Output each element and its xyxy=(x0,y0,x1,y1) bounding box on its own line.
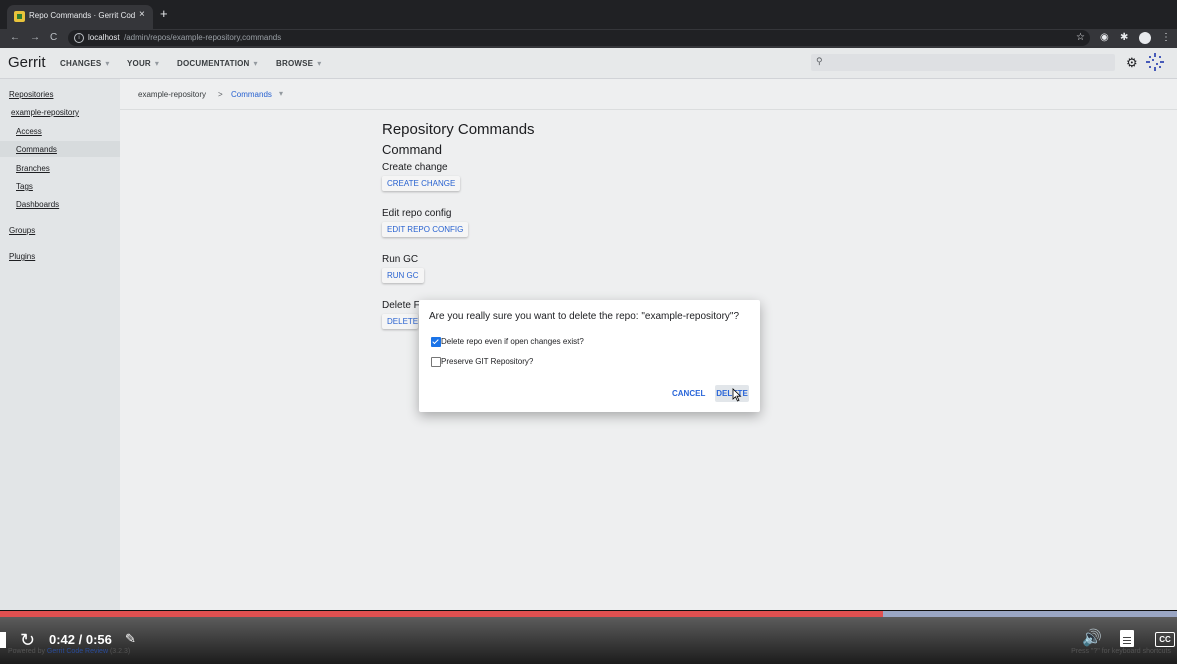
closed-captions-icon[interactable]: CC xyxy=(1155,632,1175,647)
replay-icon[interactable]: ↻ xyxy=(20,631,35,649)
url-path: /admin/repos/example-repository,commands xyxy=(124,33,282,42)
delete-confirm-dialog: Are you really sure you want to delete t… xyxy=(419,300,760,412)
keyboard-hint: Press "?" for keyboard shortcuts xyxy=(1071,648,1171,655)
extension-record-icon[interactable]: ◉ xyxy=(1100,32,1109,44)
back-arrow-icon[interactable]: ← xyxy=(10,32,20,44)
video-time: 0:42 / 0:56 xyxy=(49,632,112,647)
url-field[interactable]: i localhost /admin/repos/example-reposit… xyxy=(68,30,1090,46)
play-pause-icon[interactable] xyxy=(0,632,6,648)
transcript-icon[interactable] xyxy=(1120,630,1134,647)
new-tab-icon[interactable]: + xyxy=(160,7,168,21)
mouse-cursor-icon xyxy=(732,388,742,402)
bookmark-star-icon[interactable]: ☆ xyxy=(1076,32,1085,44)
browser-address-bar: ← → C i localhost /admin/repos/example-r… xyxy=(0,29,1177,48)
delete-open-changes-checkbox[interactable] xyxy=(431,337,441,347)
browser-tab-bar: Repo Commands · Gerrit Code × + xyxy=(0,0,1177,29)
preserve-git-checkbox[interactable] xyxy=(431,357,441,367)
gerrit-favicon-icon xyxy=(14,11,25,22)
dialog-message: Are you really sure you want to delete t… xyxy=(429,311,740,322)
profile-avatar-icon[interactable] xyxy=(1139,32,1151,44)
forward-arrow-icon[interactable]: → xyxy=(30,32,40,44)
browser-menu-icon[interactable]: ⋮ xyxy=(1161,32,1171,44)
delete-open-changes-label[interactable]: Delete repo even if open changes exist? xyxy=(441,337,584,346)
cancel-button[interactable]: CANCEL xyxy=(672,389,705,398)
browser-tab[interactable]: Repo Commands · Gerrit Code × xyxy=(7,5,153,29)
url-host: localhost xyxy=(88,33,120,42)
notes-icon[interactable]: ✎ xyxy=(125,632,136,646)
tab-close-icon[interactable]: × xyxy=(139,9,145,20)
extensions-puzzle-icon[interactable]: ✱ xyxy=(1120,32,1128,44)
site-info-icon[interactable]: i xyxy=(74,33,84,43)
video-controls: ↻ 0:42 / 0:56 ✎ 🔊 CC Powered by Gerrit C… xyxy=(0,617,1177,664)
powered-link[interactable]: Gerrit Code Review xyxy=(47,648,108,655)
reload-icon[interactable]: C xyxy=(50,32,57,44)
preserve-git-label[interactable]: Preserve GIT Repository? xyxy=(441,357,533,366)
volume-icon[interactable]: 🔊 xyxy=(1082,631,1102,647)
tab-title: Repo Commands · Gerrit Code xyxy=(29,11,135,20)
powered-version: (3.2.3) xyxy=(109,648,131,655)
powered-by-footer: Powered by Gerrit Code Review (3.2.3) xyxy=(8,648,130,655)
powered-prefix: Powered by xyxy=(8,648,45,655)
